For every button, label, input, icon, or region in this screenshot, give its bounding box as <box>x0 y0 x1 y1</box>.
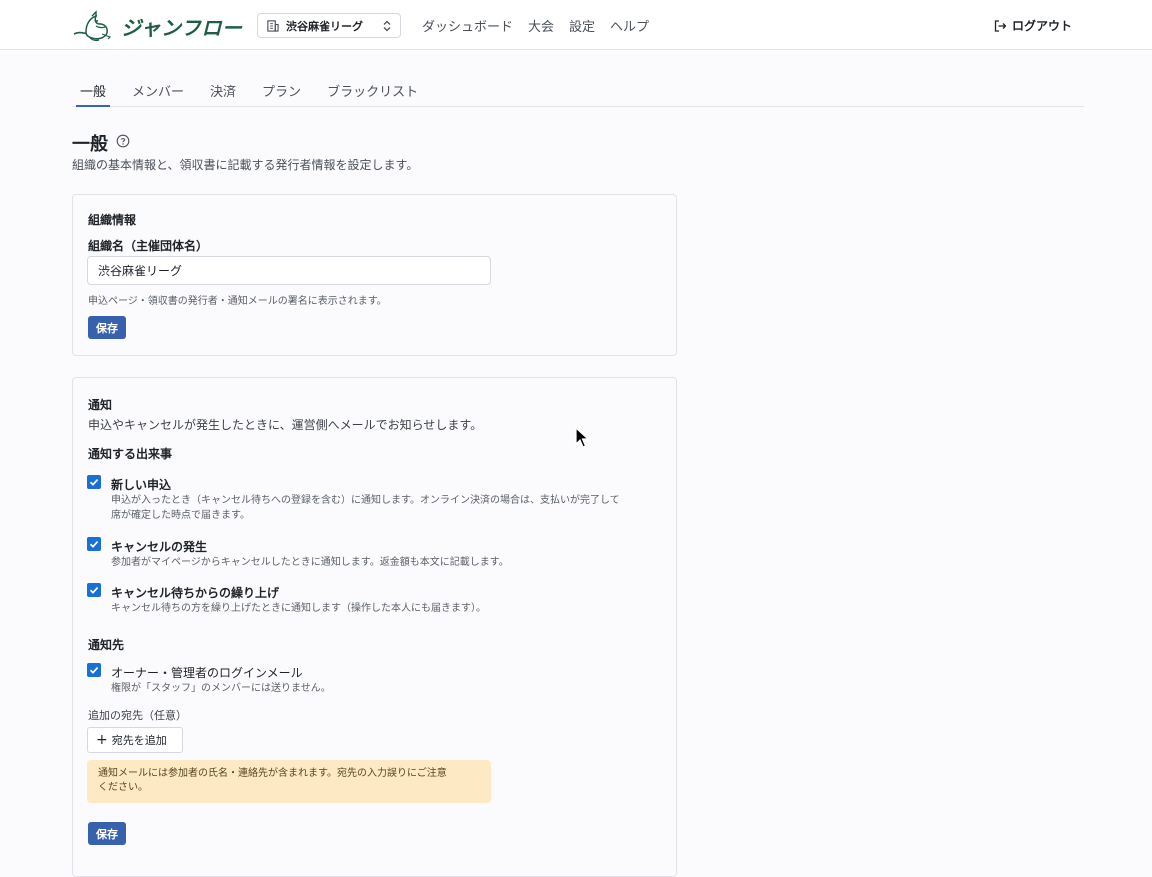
notification-description: 申込やキャンセルが発生したときに、運営側へメールでお知らせします。 <box>88 418 483 432</box>
nav-help[interactable]: ヘルプ <box>610 16 649 35</box>
chevron-up-down-icon <box>383 20 391 31</box>
event-new-application-desc-1: 申込が入ったとき（キャンセル待ちへの登録を含む）に通知します。オンライン決済の場… <box>111 495 620 506</box>
tab-blacklist[interactable]: ブラックリスト <box>327 78 418 106</box>
tab-payment[interactable]: 決済 <box>210 78 236 106</box>
plus-icon: + <box>96 732 108 748</box>
checkmark-icon <box>89 541 99 548</box>
event-waitlist-title: キャンセル待ちからの繰り上げ <box>111 586 280 600</box>
top-header: ジャンフロー 渋谷麻雀リーグ ダッシュボード 大会 設定 ヘルプ ログアウト <box>0 0 1152 50</box>
add-recipient-label: 宛先を追加 <box>111 734 167 747</box>
events-heading: 通知する出来事 <box>88 447 173 461</box>
checkbox-new-application[interactable] <box>87 475 101 489</box>
nav-tournaments[interactable]: 大会 <box>528 16 554 35</box>
tab-plan[interactable]: プラン <box>262 78 301 106</box>
notification-card: 通知 申込やキャンセルが発生したときに、運営側へメールでお知らせします。 通知す… <box>72 377 677 877</box>
warning-text-line2: ください。 <box>98 782 148 793</box>
organization-info-card: 組織情報 組織名（主催団体名） 申込ページ・領収書の発行者・通知メールの署名に表… <box>72 194 677 356</box>
logout-icon <box>994 19 1007 32</box>
mouse-pointer-icon <box>575 427 590 448</box>
settings-tabs: 一般 メンバー 決済 プラン ブラックリスト <box>72 78 1084 107</box>
warning-text-line1: 通知メールには参加者の氏名・連絡先が含まれます。宛先の入力誤りにご注意 <box>98 768 447 779</box>
add-recipient-button[interactable]: + 宛先を追加 <box>87 727 183 753</box>
checkbox-cancellation[interactable] <box>87 537 101 551</box>
event-new-application-desc-2: 席が確定した時点で届きます。 <box>111 510 250 521</box>
page-title: 一般 <box>72 134 108 155</box>
event-waitlist-desc: キャンセル待ちの方を繰り上げたときに通知します（操作した本人にも届きます）。 <box>111 603 486 614</box>
help-circle-icon[interactable] <box>116 134 130 148</box>
nav-settings[interactable]: 設定 <box>569 16 595 35</box>
section-title-org-info: 組織情報 <box>88 213 137 227</box>
bird-logo-icon <box>73 10 112 41</box>
checkbox-owner-admin-email[interactable] <box>87 663 101 677</box>
event-cancellation-title: キャンセルの発生 <box>111 540 208 554</box>
recipients-heading: 通知先 <box>88 638 125 652</box>
warning-banner: 通知メールには参加者の氏名・連絡先が含まれます。宛先の入力誤りにご注意 ください… <box>87 760 491 803</box>
event-cancellation-desc: 参加者がマイページからキャンセルしたときに通知します。返金額も本文に記載します。 <box>111 557 509 568</box>
main-nav: ダッシュボード 大会 設定 ヘルプ <box>422 16 649 35</box>
owner-admin-email-title: オーナー・管理者のログインメール <box>111 666 303 680</box>
logout-label: ログアウト <box>1012 19 1073 33</box>
owner-admin-email-desc: 権限が「スタッフ」のメンバーには送りません。 <box>111 683 331 694</box>
page-description: 組織の基本情報と、領収書に記載する発行者情報を設定します。 <box>72 158 419 172</box>
checkmark-icon <box>89 667 99 674</box>
checkmark-icon <box>89 479 99 486</box>
checkmark-icon <box>89 587 99 594</box>
org-name-hint: 申込ページ・領収書の発行者・通知メールの署名に表示されます。 <box>88 296 387 307</box>
event-new-application-title: 新しい申込 <box>111 478 172 492</box>
org-name-label: 組織名（主催団体名） <box>88 239 209 253</box>
section-title-notification: 通知 <box>88 398 113 412</box>
logo-text: ジャンフロー <box>121 15 243 40</box>
tab-members[interactable]: メンバー <box>132 78 184 106</box>
checkbox-waitlist-promotion[interactable] <box>87 583 101 597</box>
building-icon <box>267 20 279 32</box>
save-notification-button[interactable]: 保存 <box>88 822 126 845</box>
additional-recipients-label: 追加の宛先（任意） <box>88 709 187 722</box>
tab-general[interactable]: 一般 <box>75 78 111 107</box>
logo[interactable]: ジャンフロー <box>72 10 242 42</box>
organization-name: 渋谷麻雀リーグ <box>286 19 363 33</box>
organization-switcher[interactable]: 渋谷麻雀リーグ <box>257 13 401 38</box>
org-name-input[interactable] <box>87 256 491 285</box>
nav-dashboard[interactable]: ダッシュボード <box>422 16 513 35</box>
logout-button[interactable]: ログアウト <box>993 17 1072 34</box>
save-org-info-button[interactable]: 保存 <box>88 316 126 339</box>
